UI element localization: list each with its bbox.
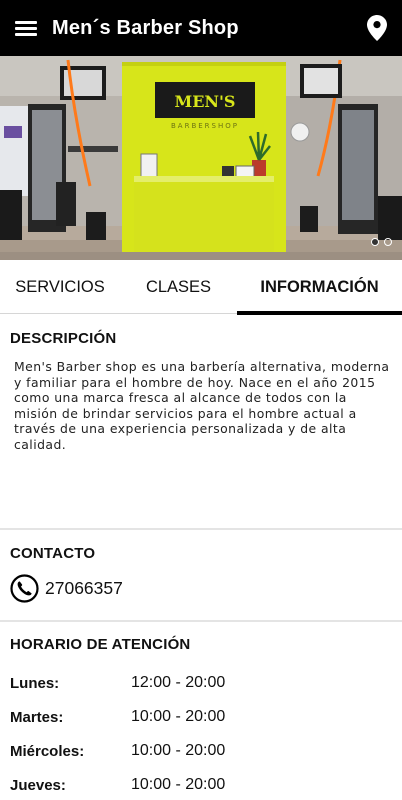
- phone-icon: [10, 574, 39, 603]
- hours-row: Lunes: 12:00 - 20:00: [10, 666, 390, 700]
- tab-servicios[interactable]: SERVICIOS: [0, 260, 120, 314]
- menu-icon: [15, 18, 37, 39]
- logo-subtext: BARBERSHOP: [171, 122, 239, 130]
- logo-text: MEN'S: [175, 92, 236, 111]
- hours-day: Jueves:: [10, 776, 66, 794]
- tab-clases[interactable]: CLASES: [120, 260, 237, 314]
- hours-time: 12:00 - 20:00: [131, 674, 226, 691]
- carousel-dot-1[interactable]: [371, 238, 379, 246]
- hours-section: HORARIO DE ATENCIÓN: [0, 636, 402, 653]
- hours-row: Jueves: 10:00 - 20:00: [10, 768, 390, 800]
- carousel-dot-2[interactable]: [384, 238, 392, 246]
- contact-title: CONTACTO: [10, 545, 96, 562]
- description-title: DESCRIPCIÓN: [10, 330, 117, 347]
- description-text: Men's Barber shop es una barbería altern…: [14, 359, 390, 452]
- hours-time: 10:00 - 20:00: [131, 776, 226, 793]
- location-pin-icon: [367, 15, 387, 41]
- section-divider: [0, 528, 402, 530]
- tab-bar: SERVICIOS CLASES INFORMACIÓN: [0, 260, 402, 315]
- hours-time: 10:00 - 20:00: [131, 742, 226, 759]
- hours-table: Lunes: 12:00 - 20:00 Martes: 10:00 - 20:…: [10, 666, 390, 800]
- location-button[interactable]: [352, 0, 402, 56]
- hours-day: Martes:: [10, 708, 64, 726]
- barbershop-photo: MEN'S BARBERSHOP: [0, 56, 402, 260]
- hours-day: Lunes:: [10, 674, 60, 692]
- hours-time: 10:00 - 20:00: [131, 708, 226, 725]
- phone-number: 27066357: [45, 578, 123, 598]
- app-title: Men´s Barber Shop: [52, 16, 239, 39]
- hero-image-carousel[interactable]: MEN'S BARBERSHOP: [0, 56, 402, 260]
- tab-informacion[interactable]: INFORMACIÓN: [237, 260, 402, 315]
- hours-day: Miércoles:: [10, 742, 85, 760]
- hours-title: HORARIO DE ATENCIÓN: [10, 636, 191, 653]
- menu-button[interactable]: [0, 0, 52, 56]
- section-divider: [0, 620, 402, 622]
- description-section: DESCRIPCIÓN: [0, 330, 402, 347]
- carousel-indicator: [371, 238, 392, 246]
- phone-link[interactable]: 27066357: [10, 574, 123, 603]
- hours-row: Martes: 10:00 - 20:00: [10, 700, 390, 734]
- hours-row: Miércoles: 10:00 - 20:00: [10, 734, 390, 768]
- app-bar: Men´s Barber Shop: [0, 0, 402, 56]
- contact-section: CONTACTO: [0, 545, 402, 562]
